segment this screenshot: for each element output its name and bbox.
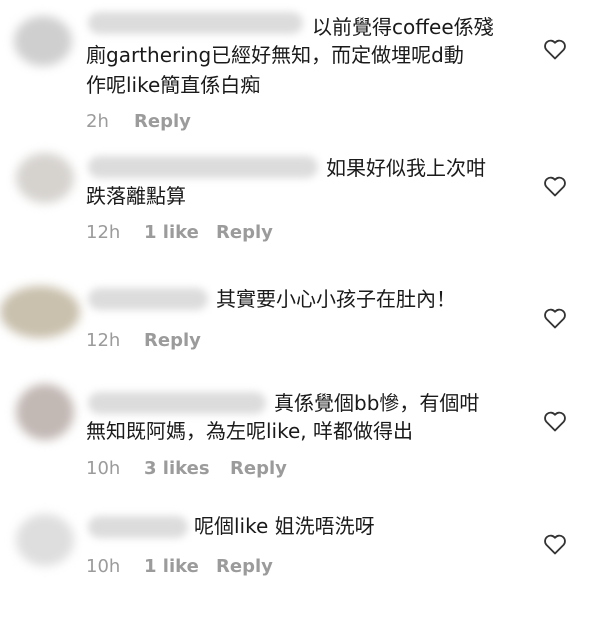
heart-outline-icon[interactable]	[543, 38, 567, 60]
comment-item: 真係覺個bb慘，有個咁 無知既阿媽，為左呢like, 咩都做得出 10h 3 l…	[0, 372, 600, 492]
avatar[interactable]	[16, 153, 74, 203]
likes-count[interactable]: 3 likes	[144, 458, 210, 479]
username-redacted[interactable]	[88, 392, 266, 414]
heart-outline-icon[interactable]	[543, 533, 567, 555]
comment-text-line: 以前覺得coffee係殘	[312, 15, 494, 39]
comment-time: 10h	[86, 556, 121, 577]
comment-text-line: 無知既阿媽，為左呢like, 咩都做得出	[86, 419, 414, 443]
heart-outline-icon[interactable]	[543, 307, 567, 329]
comment-text-line: 真係覺個bb慘，有個咁	[274, 391, 480, 415]
username-redacted[interactable]	[88, 516, 188, 538]
reply-button[interactable]: Reply	[216, 556, 273, 577]
likes-count[interactable]: 1 like	[144, 556, 199, 577]
likes-count[interactable]: 1 like	[144, 222, 199, 243]
comment-time: 10h	[86, 458, 121, 479]
comment-item: 呢個like 姐洗唔洗呀 10h 1 like Reply	[0, 500, 600, 620]
comment-text-line: 呢個like 姐洗唔洗呀	[194, 514, 375, 538]
comment-time: 12h	[86, 222, 121, 243]
avatar[interactable]	[0, 286, 80, 338]
avatar[interactable]	[14, 16, 72, 66]
heart-outline-icon[interactable]	[543, 175, 567, 197]
comment-text-line: 跌落離點算	[86, 184, 186, 208]
reply-button[interactable]: Reply	[144, 330, 201, 351]
reply-button[interactable]: Reply	[134, 111, 191, 132]
comment-text-line: 廁garthering已經好無知，而定做埋呢d動	[86, 43, 464, 67]
reply-button[interactable]: Reply	[230, 458, 287, 479]
heart-outline-icon[interactable]	[543, 410, 567, 432]
avatar[interactable]	[16, 384, 74, 440]
comment-item: 以前覺得coffee係殘 廁garthering已經好無知，而定做埋呢d動 作呢…	[0, 0, 600, 132]
comment-text-line: 其實要小心小孩子在肚內！	[216, 287, 456, 311]
username-redacted[interactable]	[88, 288, 208, 310]
username-redacted[interactable]	[88, 156, 318, 178]
comment-text-line: 如果好似我上次咁	[326, 156, 486, 180]
comment-text-line: 作呢like簡直係白痴	[86, 73, 261, 97]
username-redacted[interactable]	[88, 12, 303, 34]
comment-time: 12h	[86, 330, 121, 351]
reply-button[interactable]: Reply	[216, 222, 273, 243]
comment-time: 2h	[86, 111, 109, 132]
comment-item: 如果好似我上次咁 跌落離點算 12h 1 like Reply	[0, 145, 600, 265]
avatar[interactable]	[16, 514, 74, 566]
